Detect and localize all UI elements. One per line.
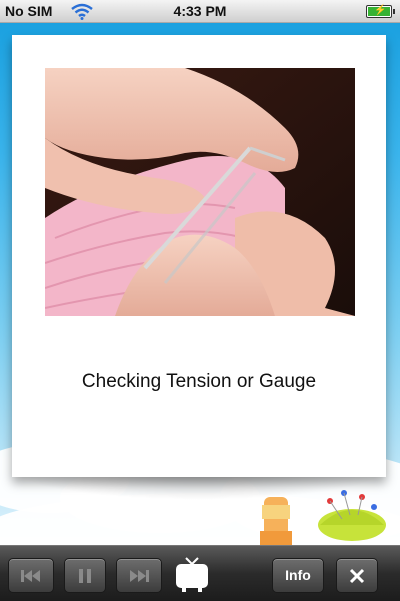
- skip-forward-icon: [130, 569, 149, 582]
- knitting-hands-image: [45, 68, 355, 316]
- battery-charging-icon: ⚡: [366, 5, 395, 18]
- flashcard[interactable]: Checking Tension or Gauge: [12, 35, 386, 477]
- sewing-decoration: [260, 490, 386, 545]
- previous-button[interactable]: [8, 558, 54, 593]
- info-button[interactable]: Info: [272, 558, 324, 593]
- thread-spool-icon: [260, 497, 292, 545]
- card-caption: Checking Tension or Gauge: [81, 371, 317, 392]
- status-bar: No SIM 4:33 PM ⚡: [0, 0, 400, 23]
- knitting-photo: [45, 68, 355, 316]
- pause-icon: [79, 568, 91, 583]
- pause-button[interactable]: [64, 558, 106, 593]
- pincushion-icon: [318, 490, 386, 541]
- close-icon: [349, 568, 365, 583]
- close-button[interactable]: [336, 558, 378, 593]
- skip-back-icon: [21, 569, 40, 582]
- tv-button[interactable]: [172, 554, 212, 594]
- clock: 4:33 PM: [173, 3, 227, 19]
- tv-icon: [176, 557, 208, 592]
- bottom-toolbar: Info: [0, 545, 400, 601]
- next-button[interactable]: [116, 558, 162, 593]
